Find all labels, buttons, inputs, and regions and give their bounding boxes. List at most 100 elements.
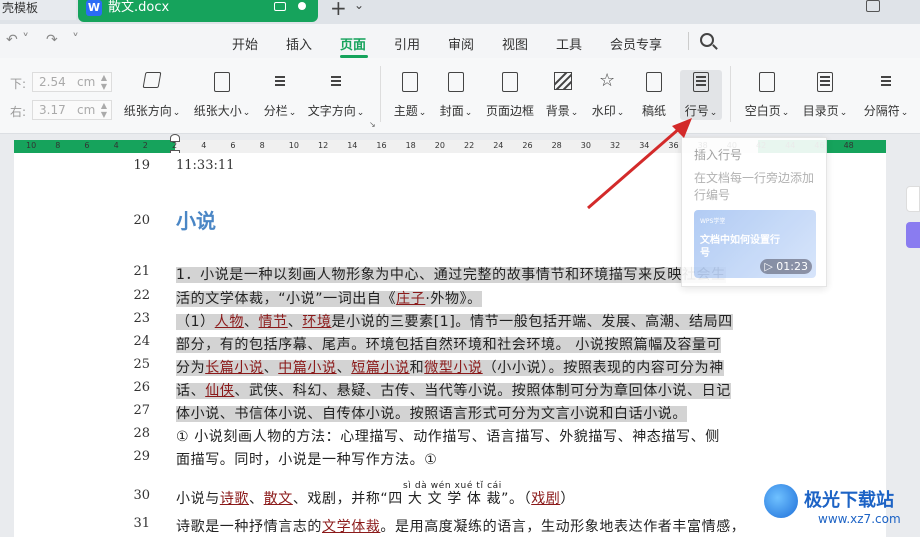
tab-template[interactable]: 壳模板 (0, 0, 76, 20)
text-direction-icon (325, 70, 347, 94)
heading-novel: 小说 (176, 209, 216, 233)
columns-icon (269, 70, 291, 94)
ruler-number: 10 (26, 141, 37, 150)
doc-line-25[interactable]: 分为长篇小说、中篇小说、短篇小说和微型小说（小小说）。按照表现的内容可分为神 (176, 357, 724, 377)
theme-label: 主题 (393, 104, 418, 118)
line-number: 28 (133, 426, 150, 441)
menu-insert[interactable]: 插入 (286, 34, 312, 53)
ribbon-divider (730, 66, 731, 122)
doc-line-24[interactable]: 部分，有的包括序幕、尾声。环境包括自然环境和社会环境。 小说按照篇幅及容量可 (176, 334, 722, 354)
paper-size-label: 纸张大小 (193, 104, 242, 118)
ruler-number: 48 (843, 141, 854, 150)
menu-view[interactable]: 视图 (502, 34, 528, 53)
tooltip-description: 在文档每一行旁边添加行编号 (694, 171, 815, 202)
ruler-number: 6 (230, 141, 236, 150)
ruler-number: 10 (288, 141, 299, 150)
undo-icon[interactable]: ↶ ˅ (6, 32, 29, 48)
ruler-number: 24 (493, 141, 504, 150)
page-border-button[interactable]: 页面边框 (482, 70, 538, 130)
ruler-number: 8 (55, 141, 61, 150)
margin-bottom-value: 2.54 (39, 75, 66, 89)
side-panel-tab[interactable] (906, 186, 920, 212)
red-arrow-annotation (587, 118, 692, 210)
line-number: 29 (133, 449, 150, 464)
play-icon[interactable]: ▷ (764, 260, 772, 273)
background-icon (551, 70, 573, 94)
menu-page[interactable]: 页面 (340, 34, 366, 53)
line-number: 25 (133, 357, 150, 372)
menu-reference[interactable]: 引用 (394, 34, 420, 53)
separator-button[interactable]: 分隔符⌄ (858, 70, 914, 130)
side-assistant-tab[interactable] (906, 222, 920, 248)
search-icon[interactable] (700, 33, 714, 47)
menu-start[interactable]: 开始 (232, 34, 258, 53)
text-direction-label: 文字方向 (307, 104, 356, 118)
line-number: 19 (133, 158, 150, 173)
line-number: 21 (133, 264, 150, 279)
columns-label: 分栏 (263, 104, 288, 118)
menu-member[interactable]: 会员专享 (610, 34, 662, 53)
new-tab-plus-icon[interactable]: + (330, 0, 347, 20)
margin-right-input[interactable]: 3.17 cm ▲ ▼ (32, 100, 112, 120)
columns-button[interactable]: 分栏⌄ (260, 70, 300, 130)
monitor-icon[interactable] (274, 2, 286, 11)
unsaved-dot-icon[interactable] (298, 2, 306, 10)
margin-bottom-unit: cm (77, 75, 96, 89)
toc-page-button[interactable]: 目录页⌄ (800, 70, 850, 130)
blank-page-button[interactable]: 空白页⌄ (742, 70, 792, 130)
chevron-down-icon[interactable]: ⌄ (354, 0, 364, 12)
tab-document[interactable]: W 散文.docx (78, 0, 318, 22)
manuscript-icon (643, 70, 665, 94)
dialog-launcher-icon[interactable]: ↘ (369, 120, 376, 129)
tooltip-video[interactable]: WPS学堂 文档中如何设置行号 ▷ 01:23 (694, 210, 816, 278)
ruler-number: 16 (376, 141, 387, 150)
background-button[interactable]: 背景⌄ (542, 70, 582, 130)
margin-right-value: 3.17 (39, 103, 66, 117)
text-direction-button[interactable]: 文字方向⌄ (306, 70, 366, 130)
redo-icon[interactable]: ↷ (46, 32, 58, 48)
watermark-logo-icon (764, 484, 798, 518)
menu-review[interactable]: 审阅 (448, 34, 474, 53)
doc-line-29[interactable]: 面描写。同时，小说是一种写作方法。① (176, 449, 437, 469)
doc-line-21[interactable]: 1．小说是一种以刻画人物形象为中心、通过完整的故事情节和环境描写来反映社会生 (176, 264, 726, 284)
margin-right-unit: cm (77, 103, 96, 117)
line-number-tooltip: 插入行号 在文档每一行旁边添加行编号 WPS学堂 文档中如何设置行号 ▷ 01:… (681, 137, 827, 287)
doc-line-22[interactable]: 活的文学体裁，“小说”一词出自《庄子·外物》。 (176, 288, 482, 308)
doc-line-23[interactable]: （1）人物、情节、环境是小说的三要素[1]。情节一般包括开端、发展、高潮、结局四 (176, 311, 733, 331)
time-text: 11:33:11 (176, 158, 235, 173)
ruler-number: 4 (113, 141, 119, 150)
watermark-name: 极光下载站 (804, 490, 894, 511)
margin-bottom-input[interactable]: 2.54 cm ▲ ▼ (32, 72, 112, 92)
separator-label: 分隔符 (863, 104, 900, 118)
blank-page-label: 空白页 (744, 104, 781, 118)
orientation-button[interactable]: 纸张方向⌄ (122, 70, 182, 130)
cover-button[interactable]: 封面⌄ (436, 70, 476, 130)
paper-size-button[interactable]: 纸张大小⌄ (192, 70, 252, 130)
separator-icon (875, 70, 897, 94)
ruler-number: 20 (434, 141, 445, 150)
quick-access-chevron-icon[interactable]: ˅ (72, 32, 79, 48)
doc-line-30[interactable]: 小说与诗歌、散文、戏剧，并称“四 大 文 学 体 裁”。（戏剧） (176, 488, 575, 508)
doc-line-28[interactable]: ① 小说刻画人物的方法：心理描写、动作描写、语言描写、外貌描写、神态描写、侧 (176, 426, 720, 446)
ruler-number: 6 (84, 141, 90, 150)
spinner-icon[interactable]: ▲ ▼ (101, 101, 107, 119)
theme-icon (399, 70, 421, 94)
line-number: 22 (133, 288, 150, 303)
cover-label: 封面 (439, 104, 464, 118)
background-label: 背景 (545, 104, 570, 118)
spinner-icon[interactable]: ▲ ▼ (101, 73, 107, 91)
window-restore-icon[interactable] (866, 0, 880, 12)
line-number: 30 (133, 488, 150, 503)
cover-icon (445, 70, 467, 94)
doc-line-26[interactable]: 话、仙侠、武侠、科幻、悬疑、古传、当代等小说。按照体制可分为章回体小说、日记 (176, 380, 731, 400)
line-number: 23 (133, 311, 150, 326)
menu-tools[interactable]: 工具 (556, 34, 582, 53)
ruler-number: 18 (405, 141, 416, 150)
theme-button[interactable]: 主题⌄ (390, 70, 430, 130)
doc-line-31[interactable]: 诗歌是一种抒情言志的文学体裁。是用高度凝练的语言，生动形象地表达作者丰富情感， (176, 516, 745, 536)
tooltip-title: 插入行号 (694, 148, 743, 162)
link-environment: 环境 (302, 314, 332, 330)
ruler-number: 12 (318, 141, 329, 150)
video-title: 文档中如何设置行号 (700, 235, 780, 259)
doc-line-27[interactable]: 体小说、书信体小说、自传体小说。按照语言形式可分为文言小说和白话小说。 (176, 403, 687, 423)
